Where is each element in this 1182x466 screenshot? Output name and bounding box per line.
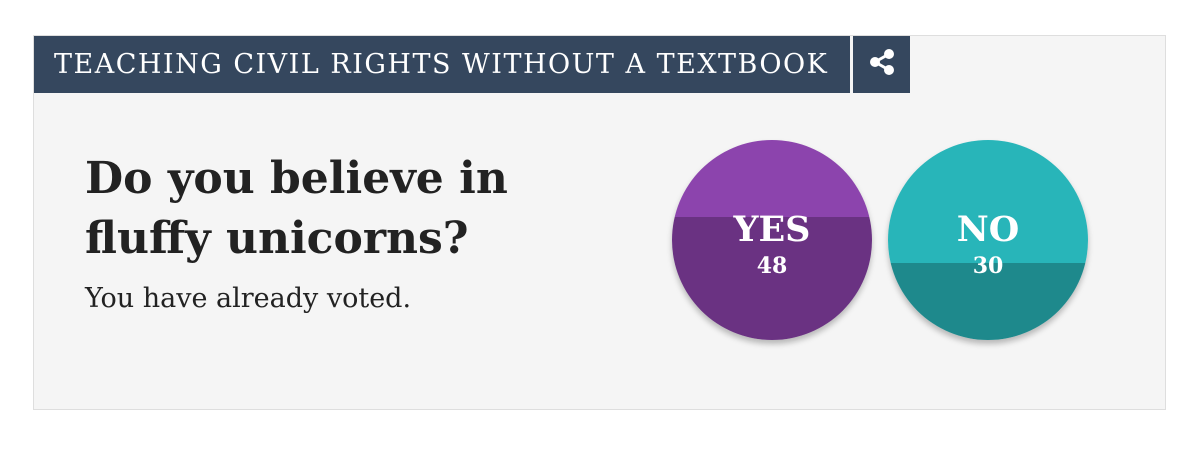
yes-count: 48	[756, 253, 788, 279]
share-button[interactable]	[853, 36, 911, 93]
no-label: NO	[956, 209, 1020, 250]
poll-header: TEACHING CIVIL RIGHTS WITHOUT A TEXTBOOK	[34, 36, 911, 93]
vote-status: You have already voted.	[85, 283, 412, 314]
poll-card: TEACHING CIVIL RIGHTS WITHOUT A TEXTBOOK…	[33, 35, 1166, 410]
share-icon	[869, 48, 895, 81]
no-vote-button[interactable]: NO 30	[888, 140, 1088, 340]
no-count: 30	[972, 253, 1004, 279]
poll-title: TEACHING CIVIL RIGHTS WITHOUT A TEXTBOOK	[34, 36, 851, 93]
yes-label: YES	[733, 209, 811, 250]
yes-unfilled-region	[672, 140, 872, 217]
poll-question: Do you believe in fluffy unicorns?	[85, 153, 508, 264]
yes-vote-button[interactable]: YES 48	[672, 140, 872, 340]
